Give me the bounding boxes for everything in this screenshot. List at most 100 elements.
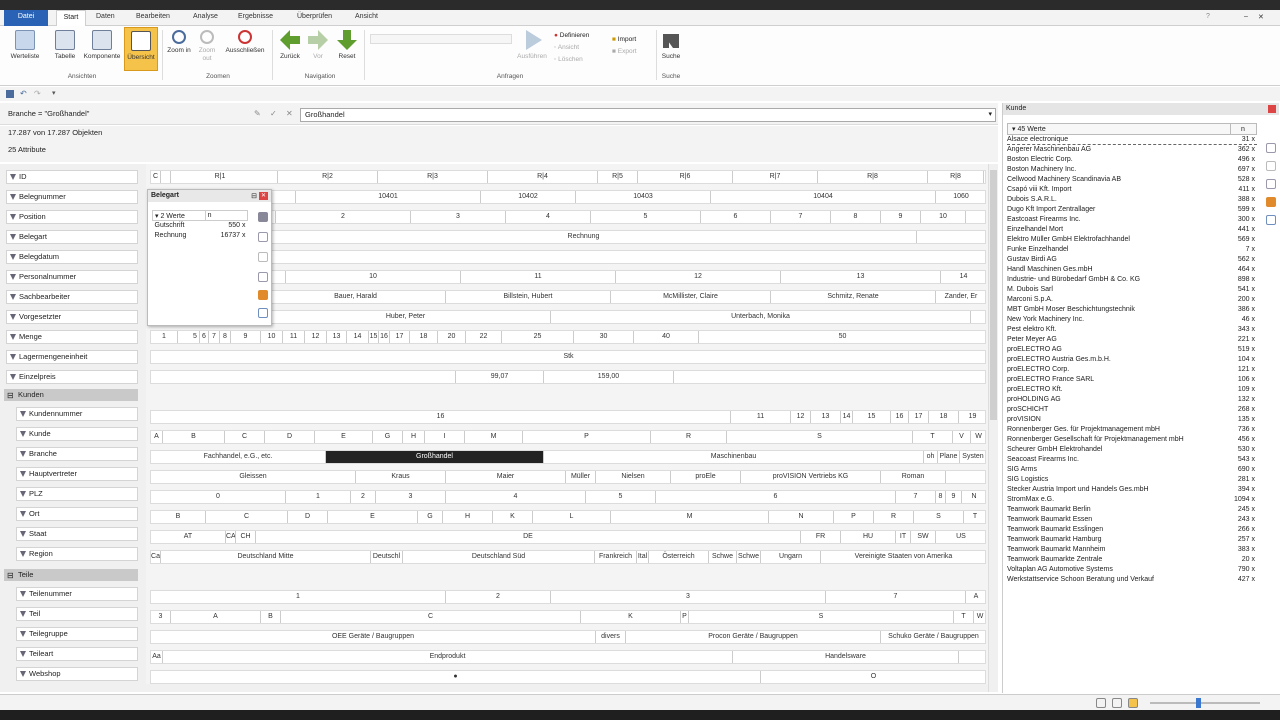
- tab-bearbeiten[interactable]: Bearbeiten: [136, 13, 170, 20]
- value-cell[interactable]: 30: [574, 331, 634, 343]
- collapse-icon[interactable]: ⊟: [7, 570, 14, 582]
- value-cell[interactable]: 0: [151, 491, 286, 503]
- zoom-slider[interactable]: [1150, 702, 1260, 704]
- value-cell[interactable]: Vereinigte Staaten von Amerika: [821, 551, 985, 563]
- value-cell[interactable]: SW: [911, 531, 936, 543]
- tab-daten[interactable]: Daten: [96, 13, 115, 20]
- zurueck-button[interactable]: Zurück: [276, 30, 304, 61]
- value-cell[interactable]: 10404: [711, 191, 936, 203]
- value-cell[interactable]: Billstein, Hubert: [446, 291, 611, 303]
- filter-icon[interactable]: [20, 491, 26, 497]
- search-icon[interactable]: [1266, 179, 1276, 189]
- tab-ansicht[interactable]: Ansicht: [355, 13, 378, 20]
- filter-icon[interactable]: [10, 194, 16, 200]
- value-cell[interactable]: Schmitz, Renate: [771, 291, 936, 303]
- value-cell[interactable]: Ital: [637, 551, 649, 563]
- attribute-item[interactable]: Belegnummer: [6, 190, 138, 204]
- value-cell[interactable]: K: [581, 611, 681, 623]
- komponente-button[interactable]: Komponente: [82, 30, 122, 61]
- zoom-slider-handle[interactable]: [1196, 698, 1201, 708]
- value-cell[interactable]: 16: [891, 411, 909, 423]
- filter-icon[interactable]: [20, 611, 26, 617]
- zoom-in-button[interactable]: Zoom in: [166, 30, 192, 55]
- value-cell[interactable]: 8: [220, 331, 231, 343]
- value-cell[interactable]: 15: [369, 331, 379, 343]
- value-cell[interactable]: 3: [411, 211, 506, 223]
- werteliste-button[interactable]: Werteliste: [6, 30, 44, 61]
- value-cell[interactable]: Deutschland Süd: [403, 551, 595, 563]
- list-item[interactable]: Elektro Müller GmbH Elektrofachhandel 569…: [1007, 235, 1257, 245]
- value-cell[interactable]: Bauer, Harald: [266, 291, 446, 303]
- value-cell[interactable]: L: [533, 511, 611, 523]
- value-cell[interactable]: Ungarn: [761, 551, 821, 563]
- horizontal-scrollbar[interactable]: [146, 684, 988, 692]
- attribute-item[interactable]: Hauptvertreter: [16, 467, 138, 481]
- value-cell[interactable]: 11: [283, 331, 305, 343]
- attribute-item[interactable]: Belegdatum: [6, 250, 138, 264]
- value-cell[interactable]: Frankreich: [595, 551, 637, 563]
- attribute-item[interactable]: PLZ: [16, 487, 138, 501]
- list-item[interactable]: proHOLDING AG 132 x: [1007, 395, 1257, 405]
- pin-icon[interactable]: ⊟: [251, 192, 257, 200]
- value-cell[interactable]: N: [769, 511, 834, 523]
- list-item[interactable]: Dugo Kft Import Zentrallager 599 x: [1007, 205, 1257, 215]
- attribute-item[interactable]: Ort: [16, 507, 138, 521]
- value-cell[interactable]: oh: [924, 451, 938, 463]
- collapse-icon[interactable]: ⊟: [7, 390, 14, 402]
- qat-menu-icon[interactable]: ▾: [52, 89, 56, 97]
- value-cell[interactable]: 159,00: [544, 371, 674, 383]
- value-cell[interactable]: US: [936, 531, 985, 543]
- tab-start[interactable]: Start: [56, 10, 86, 26]
- value-cell[interactable]: W: [971, 431, 985, 443]
- view-mode-icon[interactable]: [1112, 698, 1122, 708]
- value-cell[interactable]: S: [689, 611, 954, 623]
- list-item[interactable]: Ronnenberger Ges. für Projektmanagement …: [1007, 425, 1257, 435]
- value-cell[interactable]: 9: [231, 331, 261, 343]
- suche-button[interactable]: Suche: [658, 30, 684, 61]
- list-item[interactable]: proELECTRO Corp. 121 x: [1007, 365, 1257, 375]
- view-mode-icon[interactable]: [1096, 698, 1106, 708]
- value-cell[interactable]: 6: [200, 331, 209, 343]
- value-cell[interactable]: 1: [151, 331, 178, 343]
- list-item[interactable]: SIG Logistics 281 x: [1007, 475, 1257, 485]
- value-cell[interactable]: R|4: [488, 171, 598, 183]
- scrollbar-thumb[interactable]: [990, 170, 997, 420]
- export-button[interactable]: ■ Export: [612, 46, 637, 58]
- filter-icon[interactable]: [20, 551, 26, 557]
- value-cell[interactable]: 7: [209, 331, 220, 343]
- edit-filter-icon[interactable]: ✎: [254, 109, 261, 118]
- list-item[interactable]: Dubois S.A.R.L. 388 x: [1007, 195, 1257, 205]
- list-item[interactable]: Csapó viii Kft. Import 411 x: [1007, 185, 1257, 195]
- value-cell[interactable]: T: [913, 431, 953, 443]
- list-item[interactable]: M. Dubois Sarl 541 x: [1007, 285, 1257, 295]
- value-cell[interactable]: 8: [831, 211, 881, 223]
- reset-button[interactable]: Reset: [334, 30, 360, 61]
- value-cell[interactable]: Unterbach, Monika: [551, 311, 971, 323]
- list-item[interactable]: Industrie- und Bürobedarf GmbH & Co. KG 8…: [1007, 275, 1257, 285]
- list-item[interactable]: Ronnenberger Gesellschaft für Projektman…: [1007, 435, 1257, 445]
- filter-icon[interactable]: [20, 411, 26, 417]
- value-cell[interactable]: M: [465, 431, 523, 443]
- value-cell[interactable]: [959, 651, 985, 663]
- filter-icon[interactable]: [20, 631, 26, 637]
- list-item[interactable]: proELECTRO AG 519 x: [1007, 345, 1257, 355]
- table-icon[interactable]: [258, 308, 268, 318]
- value-cell[interactable]: [917, 231, 985, 243]
- value-cell[interactable]: 13: [781, 271, 941, 283]
- value-cell[interactable]: Schwe: [709, 551, 737, 563]
- attribute-item[interactable]: Staat: [16, 527, 138, 541]
- filter-icon[interactable]: [10, 174, 16, 180]
- list-item[interactable]: Teamwork Baumarkt Hamburg 257 x: [1007, 535, 1257, 545]
- loeschen-button[interactable]: ◦ Löschen: [554, 54, 589, 66]
- value-cell[interactable]: Großhandel: [326, 451, 544, 463]
- value-cell[interactable]: proEle: [671, 471, 741, 483]
- clear-filter-icon[interactable]: ✕: [286, 109, 293, 118]
- query-dropdown[interactable]: [370, 34, 512, 44]
- zoom-in-icon[interactable]: [1266, 143, 1276, 153]
- col-values[interactable]: ▾ 45 Werte: [1012, 124, 1046, 135]
- value-cell[interactable]: S: [727, 431, 913, 443]
- filter-icon[interactable]: [10, 334, 16, 340]
- filter-icon[interactable]: [20, 531, 26, 537]
- value-cell[interactable]: 8: [936, 491, 946, 503]
- value-cell[interactable]: H: [443, 511, 493, 523]
